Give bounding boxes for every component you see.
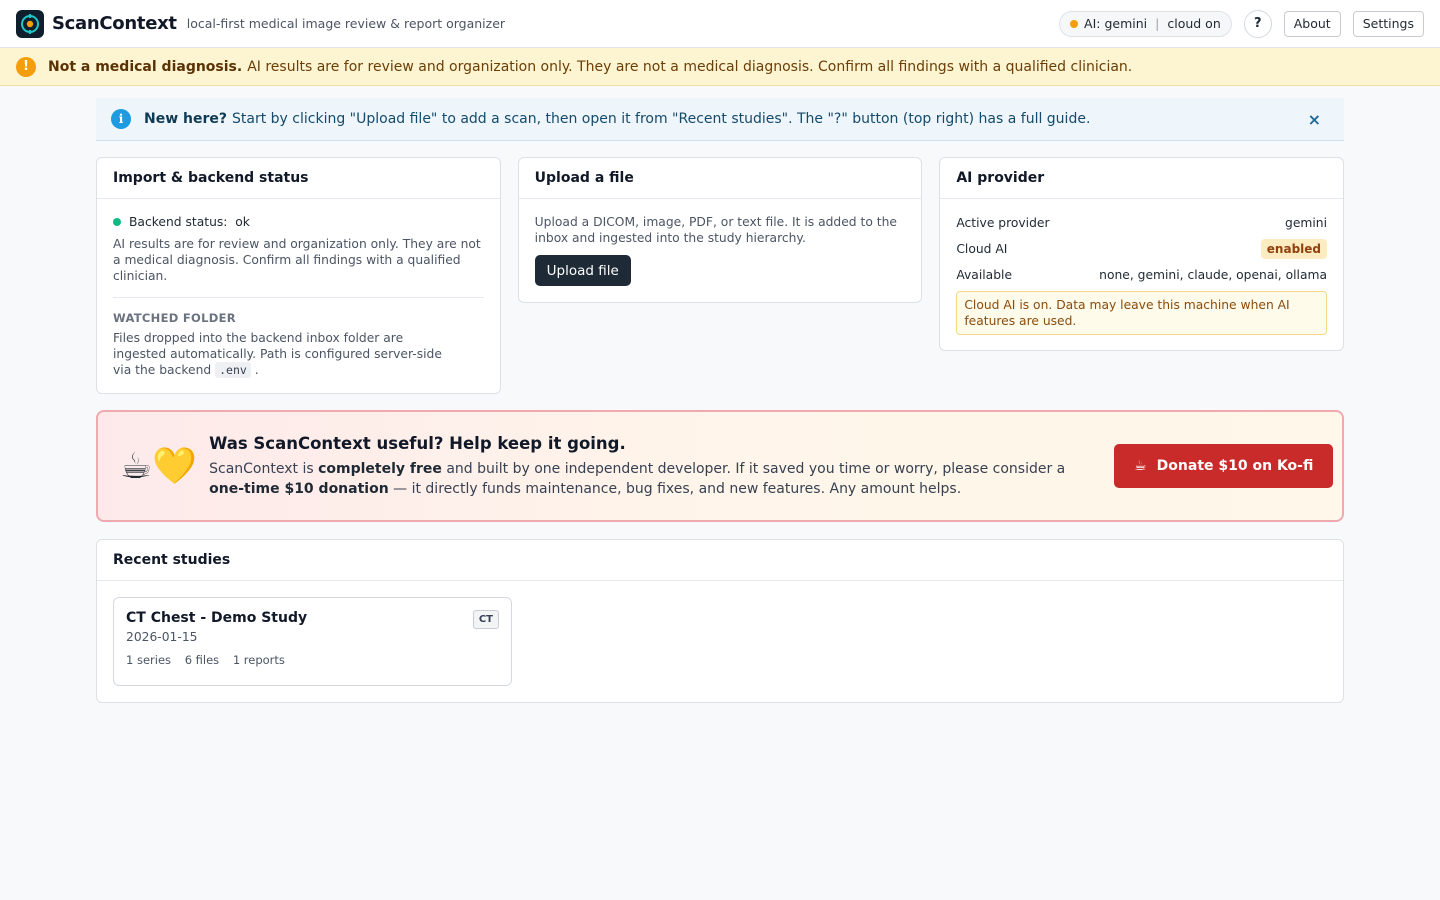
import-status-card: Import & backend status Backend status: … <box>96 157 501 394</box>
settings-button[interactable]: Settings <box>1352 10 1424 37</box>
cloud-warning: Cloud AI is on. Data may leave this mach… <box>956 291 1328 335</box>
coffee-heart-icon: ☕💛 <box>120 446 198 487</box>
recent-studies-panel: Recent studies CT Chest - Demo Study 202… <box>96 539 1344 703</box>
app-logo-icon <box>16 9 44 38</box>
donate-title: Was ScanContext useful? Help keep it goi… <box>209 433 626 453</box>
watched-folder-label: WATCHED FOLDER <box>113 311 236 325</box>
backend-status-value: ok <box>235 215 250 229</box>
backend-status-label: Backend status: <box>129 215 228 229</box>
env-code: .env <box>215 362 251 378</box>
cloud-ai-label: Cloud AI <box>956 242 1008 256</box>
available-value: none, gemini, claude, openai, ollama <box>1099 268 1328 282</box>
donate-body-part: and built by one independent developer. … <box>446 460 1066 477</box>
ai-pill-separator: | <box>1155 16 1160 31</box>
active-provider-value: gemini <box>1285 216 1328 230</box>
active-provider-label: Active provider <box>956 216 1050 230</box>
watched-folder-text: Files dropped into the backend inbox fol… <box>113 331 442 377</box>
onboarding-title: New here? <box>144 111 228 127</box>
donate-banner: ☕💛 Was ScanContext useful? Help keep it … <box>96 410 1344 522</box>
donate-body-bold: completely free <box>318 460 442 477</box>
medical-disclaimer-banner: ! Not a medical diagnosis. AI results ar… <box>0 48 1440 86</box>
study-files-count: 6 files <box>184 653 220 667</box>
ai-card-title: AI provider <box>940 158 1344 199</box>
watched-folder-text-block: Files dropped into the backend inbox fol… <box>113 330 443 378</box>
info-icon: i <box>111 109 131 129</box>
help-button[interactable]: ? <box>1243 9 1272 38</box>
onboarding-text: Start by clicking "Upload file" to add a… <box>232 111 1091 127</box>
about-button[interactable]: About <box>1283 10 1341 37</box>
disclaimer-title: Not a medical diagnosis. <box>48 58 243 75</box>
donate-body-part: — it directly funds maintenance, bug fix… <box>393 480 962 497</box>
disclaimer-text: AI results are for review and organizati… <box>247 58 1133 75</box>
ai-pill-prefix: AI: <box>1084 16 1101 31</box>
donate-body: ScanContext is completely free and built… <box>209 459 1094 499</box>
main-content: i New here? Start by clicking "Upload fi… <box>96 98 1345 703</box>
donate-body-bold: one-time $10 donation <box>209 480 389 497</box>
modality-badge: CT <box>472 610 499 629</box>
cards-row: Import & backend status Backend status: … <box>96 157 1345 394</box>
ai-status-dot-icon <box>1070 19 1079 28</box>
app-tagline: local-first medical image review & repor… <box>186 16 506 31</box>
top-bar: ScanContext local-first medical image re… <box>0 0 1440 48</box>
donate-body-part: ScanContext is <box>209 460 314 477</box>
close-icon[interactable]: × <box>1308 110 1321 129</box>
study-title: CT Chest - Demo Study <box>126 610 308 626</box>
cloud-ai-row: Cloud AI enabled <box>956 239 1328 259</box>
warning-icon: ! <box>16 56 36 77</box>
coffee-icon: ☕ <box>1134 458 1147 474</box>
study-reports-count: 1 reports <box>232 653 285 667</box>
app-name: ScanContext <box>52 13 177 34</box>
ai-pill-cloud: cloud on <box>1167 16 1221 31</box>
donate-button[interactable]: ☕ Donate $10 on Ko-fi <box>1114 444 1334 488</box>
available-providers-row: Available none, gemini, claude, openai, … <box>956 265 1327 285</box>
active-provider-row: Active provider gemini <box>956 213 1327 233</box>
backend-status: Backend status: ok <box>113 214 484 230</box>
study-date: 2026-01-15 <box>126 630 198 644</box>
donate-button-label: Donate $10 on Ko-fi <box>1156 458 1314 474</box>
study-series-count: 1 series <box>126 653 172 667</box>
recent-studies-title: Recent studies <box>97 540 1343 581</box>
cloud-ai-status-badge: enabled <box>1260 239 1328 259</box>
upload-card: Upload a file Upload a DICOM, image, PDF… <box>517 157 923 303</box>
divider <box>113 297 484 298</box>
ai-pill-provider: gemini <box>1104 16 1148 31</box>
watched-folder-period: . <box>254 363 259 377</box>
onboarding-banner: i New here? Start by clicking "Upload fi… <box>96 98 1344 141</box>
import-card-title: Import & backend status <box>97 158 500 199</box>
upload-card-title: Upload a file <box>518 158 922 199</box>
import-card-note: AI results are for review and organizati… <box>113 237 481 283</box>
study-meta: 1 series 6 files 1 reports <box>126 653 499 667</box>
ai-provider-card: AI provider Active provider gemini Cloud… <box>939 157 1345 351</box>
upload-file-button[interactable]: Upload file <box>534 255 631 286</box>
ai-status-pill[interactable]: AI: gemini | cloud on <box>1059 10 1232 37</box>
upload-card-text: Upload a DICOM, image, PDF, or text file… <box>534 215 897 245</box>
status-ok-dot-icon <box>113 218 121 226</box>
study-card[interactable]: CT Chest - Demo Study 2026-01-15 1 serie… <box>113 597 512 686</box>
available-label: Available <box>956 268 1013 282</box>
